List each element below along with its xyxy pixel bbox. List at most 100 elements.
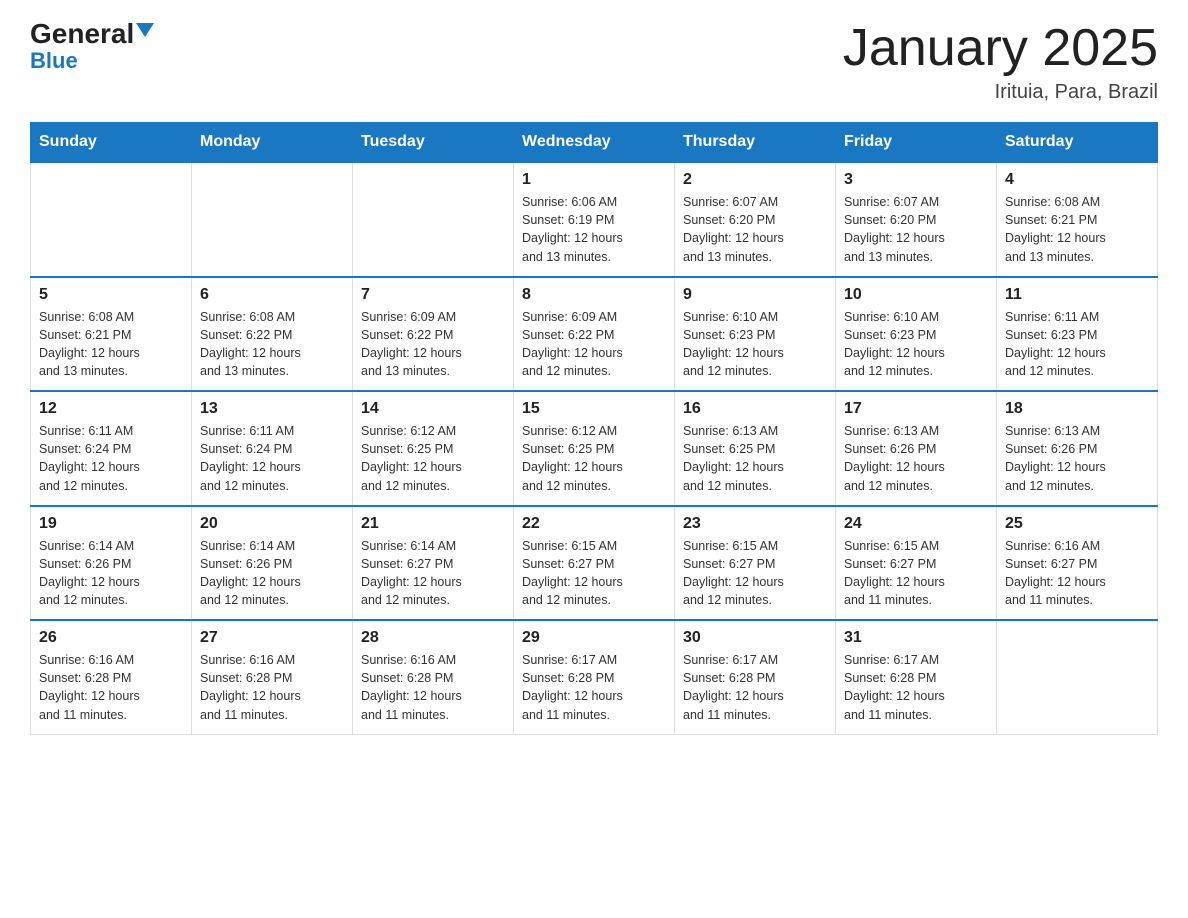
calendar-cell: 8 Sunrise: 6:09 AM Sunset: 6:22 PM Daylig…: [514, 277, 675, 392]
day-info: Sunrise: 6:11 AM Sunset: 6:24 PM Dayligh…: [200, 422, 344, 495]
day-info: Sunrise: 6:13 AM Sunset: 6:25 PM Dayligh…: [683, 422, 827, 495]
day-number: 29: [522, 629, 666, 647]
calendar-cell: 20 Sunrise: 6:14 AM Sunset: 6:26 PM Dayli…: [192, 506, 353, 621]
calendar-cell: [353, 162, 514, 277]
day-info: Sunrise: 6:14 AM Sunset: 6:26 PM Dayligh…: [200, 537, 344, 610]
calendar-cell: 17 Sunrise: 6:13 AM Sunset: 6:26 PM Dayli…: [836, 391, 997, 506]
calendar-cell: 3Sunrise: 6:07 AM Sunset: 6:20 PM Daylig…: [836, 162, 997, 277]
calendar-cell: 12 Sunrise: 6:11 AM Sunset: 6:24 PM Dayli…: [31, 391, 192, 506]
day-info: Sunrise: 6:16 AM Sunset: 6:28 PM Dayligh…: [39, 651, 183, 724]
calendar-cell: 13 Sunrise: 6:11 AM Sunset: 6:24 PM Dayli…: [192, 391, 353, 506]
day-number: 16: [683, 400, 827, 418]
calendar-cell: 18 Sunrise: 6:13 AM Sunset: 6:26 PM Dayli…: [997, 391, 1158, 506]
day-number: 23: [683, 515, 827, 533]
calendar-cell: 11 Sunrise: 6:11 AM Sunset: 6:23 PM Dayli…: [997, 277, 1158, 392]
day-info: Sunrise: 6:09 AM Sunset: 6:22 PM Dayligh…: [522, 308, 666, 381]
day-number: 24: [844, 515, 988, 533]
calendar-cell: 31 Sunrise: 6:17 AM Sunset: 6:28 PM Dayli…: [836, 620, 997, 734]
calendar-cell: 22Sunrise: 6:15 AM Sunset: 6:27 PM Dayli…: [514, 506, 675, 621]
day-number: 14: [361, 400, 505, 418]
logo-general-text: General: [30, 20, 134, 48]
col-header-thursday: Thursday: [675, 123, 836, 163]
calendar-week-4: 19Sunrise: 6:14 AM Sunset: 6:26 PM Dayli…: [31, 506, 1158, 621]
day-number: 25: [1005, 515, 1149, 533]
col-header-wednesday: Wednesday: [514, 123, 675, 163]
calendar-cell: 2 Sunrise: 6:07 AM Sunset: 6:20 PM Daylig…: [675, 162, 836, 277]
day-number: 8: [522, 286, 666, 304]
day-number: 22: [522, 515, 666, 533]
calendar-cell: 30 Sunrise: 6:17 AM Sunset: 6:28 PM Dayli…: [675, 620, 836, 734]
day-info: Sunrise: 6:15 AM Sunset: 6:27 PM Dayligh…: [683, 537, 827, 610]
page-header: General Blue January 2025 Irituia, Para,…: [30, 20, 1158, 104]
calendar-cell: 9Sunrise: 6:10 AM Sunset: 6:23 PM Daylig…: [675, 277, 836, 392]
day-number: 27: [200, 629, 344, 647]
logo-blue-text: Blue: [30, 48, 78, 74]
calendar-cell: 28Sunrise: 6:16 AM Sunset: 6:28 PM Dayli…: [353, 620, 514, 734]
day-info: Sunrise: 6:15 AM Sunset: 6:27 PM Dayligh…: [844, 537, 988, 610]
day-info: Sunrise: 6:08 AM Sunset: 6:21 PM Dayligh…: [39, 308, 183, 381]
day-info: Sunrise: 6:17 AM Sunset: 6:28 PM Dayligh…: [844, 651, 988, 724]
day-number: 26: [39, 629, 183, 647]
day-number: 9: [683, 286, 827, 304]
day-number: 17: [844, 400, 988, 418]
day-number: 7: [361, 286, 505, 304]
calendar-table: SundayMondayTuesdayWednesdayThursdayFrid…: [30, 122, 1158, 735]
day-info: Sunrise: 6:11 AM Sunset: 6:23 PM Dayligh…: [1005, 308, 1149, 381]
day-info: Sunrise: 6:16 AM Sunset: 6:27 PM Dayligh…: [1005, 537, 1149, 610]
day-number: 10: [844, 286, 988, 304]
day-info: Sunrise: 6:10 AM Sunset: 6:23 PM Dayligh…: [844, 308, 988, 381]
col-header-sunday: Sunday: [31, 123, 192, 163]
calendar-week-3: 12 Sunrise: 6:11 AM Sunset: 6:24 PM Dayli…: [31, 391, 1158, 506]
calendar-cell: 21 Sunrise: 6:14 AM Sunset: 6:27 PM Dayli…: [353, 506, 514, 621]
calendar-cell: 15Sunrise: 6:12 AM Sunset: 6:25 PM Dayli…: [514, 391, 675, 506]
col-header-saturday: Saturday: [997, 123, 1158, 163]
day-number: 31: [844, 629, 988, 647]
day-number: 6: [200, 286, 344, 304]
calendar-week-5: 26 Sunrise: 6:16 AM Sunset: 6:28 PM Dayli…: [31, 620, 1158, 734]
calendar-cell: 14Sunrise: 6:12 AM Sunset: 6:25 PM Dayli…: [353, 391, 514, 506]
day-number: 30: [683, 629, 827, 647]
day-number: 28: [361, 629, 505, 647]
day-number: 20: [200, 515, 344, 533]
day-info: Sunrise: 6:06 AM Sunset: 6:19 PM Dayligh…: [522, 193, 666, 266]
day-number: 12: [39, 400, 183, 418]
location-label: Irituia, Para, Brazil: [843, 81, 1158, 104]
day-number: 5: [39, 286, 183, 304]
day-number: 4: [1005, 171, 1149, 189]
calendar-cell: 5 Sunrise: 6:08 AM Sunset: 6:21 PM Daylig…: [31, 277, 192, 392]
day-number: 3: [844, 171, 988, 189]
day-number: 21: [361, 515, 505, 533]
calendar-cell: 26 Sunrise: 6:16 AM Sunset: 6:28 PM Dayli…: [31, 620, 192, 734]
calendar-week-1: 1 Sunrise: 6:06 AM Sunset: 6:19 PM Daylig…: [31, 162, 1158, 277]
calendar-cell: [997, 620, 1158, 734]
day-info: Sunrise: 6:16 AM Sunset: 6:28 PM Dayligh…: [200, 651, 344, 724]
day-info: Sunrise: 6:14 AM Sunset: 6:26 PM Dayligh…: [39, 537, 183, 610]
calendar-cell: 16 Sunrise: 6:13 AM Sunset: 6:25 PM Dayli…: [675, 391, 836, 506]
day-info: Sunrise: 6:14 AM Sunset: 6:27 PM Dayligh…: [361, 537, 505, 610]
logo: General Blue: [30, 20, 154, 74]
day-number: 18: [1005, 400, 1149, 418]
day-info: Sunrise: 6:08 AM Sunset: 6:21 PM Dayligh…: [1005, 193, 1149, 266]
calendar-cell: 24 Sunrise: 6:15 AM Sunset: 6:27 PM Dayli…: [836, 506, 997, 621]
calendar-week-2: 5 Sunrise: 6:08 AM Sunset: 6:21 PM Daylig…: [31, 277, 1158, 392]
day-number: 11: [1005, 286, 1149, 304]
calendar-cell: [31, 162, 192, 277]
day-info: Sunrise: 6:08 AM Sunset: 6:22 PM Dayligh…: [200, 308, 344, 381]
calendar-cell: 23 Sunrise: 6:15 AM Sunset: 6:27 PM Dayli…: [675, 506, 836, 621]
calendar-header-row: SundayMondayTuesdayWednesdayThursdayFrid…: [31, 123, 1158, 163]
day-number: 1: [522, 171, 666, 189]
calendar-cell: 6 Sunrise: 6:08 AM Sunset: 6:22 PM Daylig…: [192, 277, 353, 392]
day-info: Sunrise: 6:17 AM Sunset: 6:28 PM Dayligh…: [683, 651, 827, 724]
day-info: Sunrise: 6:13 AM Sunset: 6:26 PM Dayligh…: [1005, 422, 1149, 495]
calendar-cell: 25 Sunrise: 6:16 AM Sunset: 6:27 PM Dayli…: [997, 506, 1158, 621]
day-info: Sunrise: 6:17 AM Sunset: 6:28 PM Dayligh…: [522, 651, 666, 724]
day-info: Sunrise: 6:09 AM Sunset: 6:22 PM Dayligh…: [361, 308, 505, 381]
day-info: Sunrise: 6:07 AM Sunset: 6:20 PM Dayligh…: [683, 193, 827, 266]
calendar-cell: 27 Sunrise: 6:16 AM Sunset: 6:28 PM Dayli…: [192, 620, 353, 734]
calendar-cell: 29 Sunrise: 6:17 AM Sunset: 6:28 PM Dayli…: [514, 620, 675, 734]
logo-triangle-icon: [136, 23, 154, 37]
day-number: 13: [200, 400, 344, 418]
day-info: Sunrise: 6:13 AM Sunset: 6:26 PM Dayligh…: [844, 422, 988, 495]
day-number: 2: [683, 171, 827, 189]
day-info: Sunrise: 6:11 AM Sunset: 6:24 PM Dayligh…: [39, 422, 183, 495]
